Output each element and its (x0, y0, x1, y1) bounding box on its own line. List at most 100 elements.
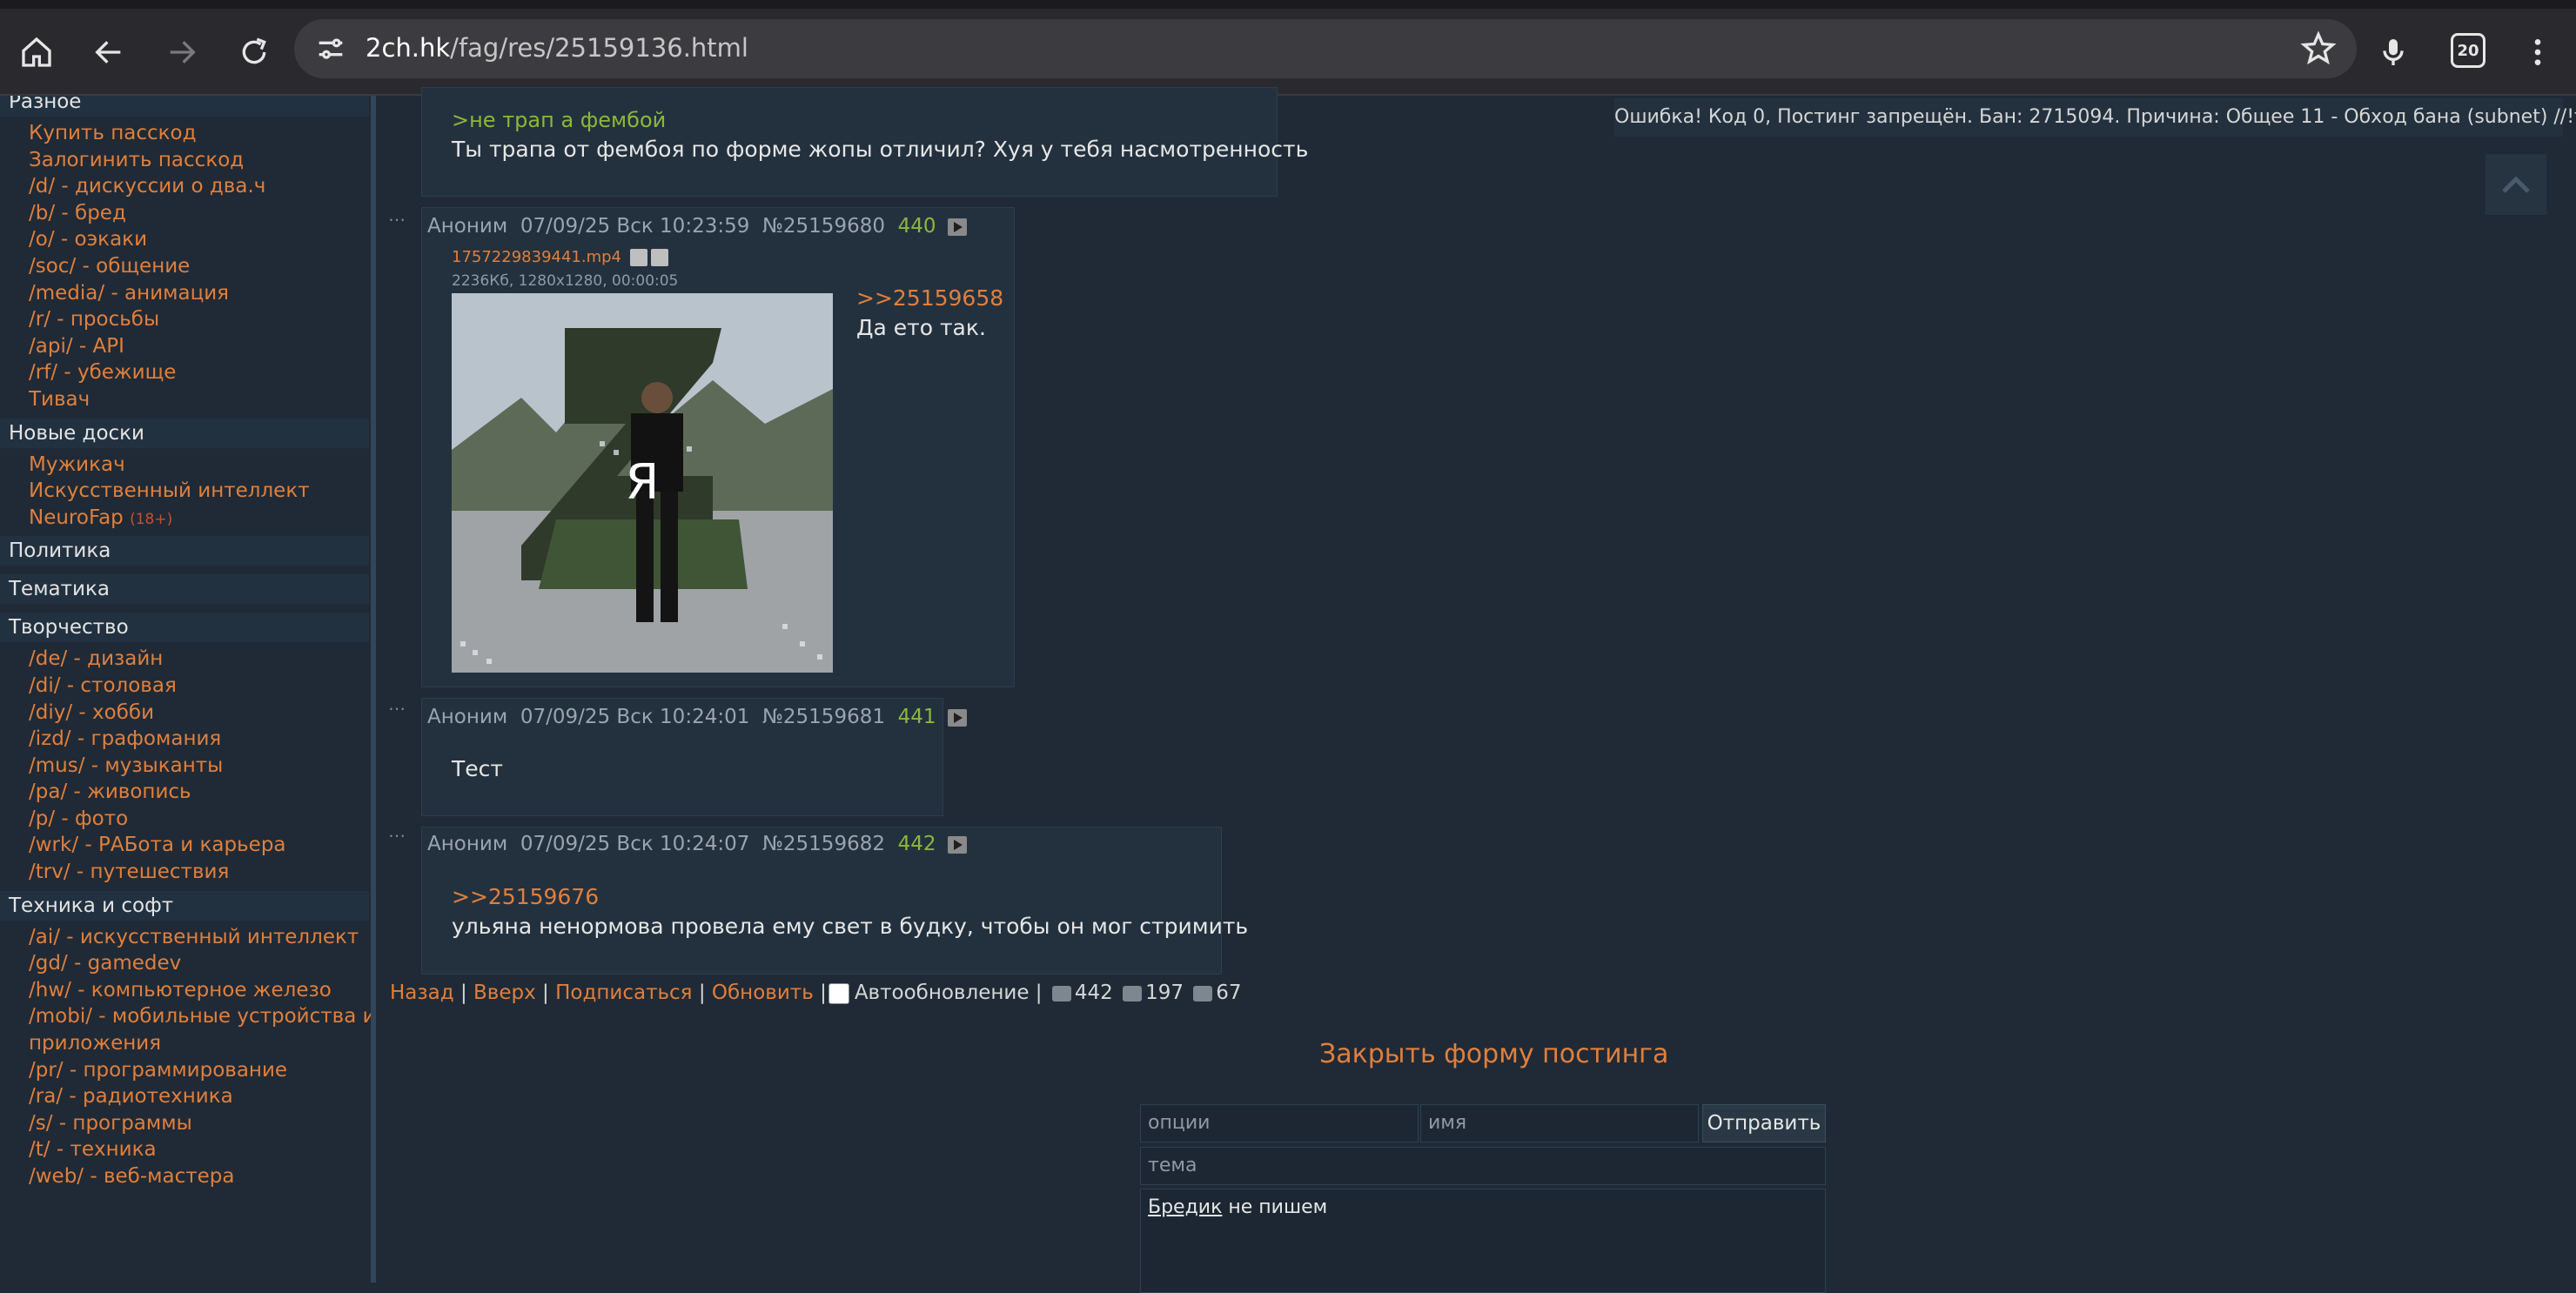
reply-link[interactable]: >>25159676 (452, 884, 599, 909)
post-number[interactable]: №25159680 (762, 215, 885, 238)
sidebar-item[interactable]: /wrk/ - РАБота и карьера (29, 832, 376, 859)
thumbnail-letter: Я (626, 454, 660, 511)
sidebar-item[interactable]: /mus/ - музыканты (29, 753, 376, 780)
post-author: Аноним (427, 215, 508, 238)
sidebar-item[interactable]: /soc/ - общение (29, 253, 376, 280)
post-message: Да ето так. (856, 315, 986, 340)
sidebar-item[interactable]: приложения (29, 1030, 376, 1057)
play-icon[interactable] (947, 708, 967, 727)
sidebar-item[interactable]: /di/ - столовая (29, 673, 376, 700)
subject-field[interactable]: тема (1140, 1147, 1826, 1185)
video-thumbnail[interactable]: Я (452, 293, 833, 673)
autoupdate-checkbox[interactable] (828, 982, 849, 1004)
sidebar-item[interactable]: /b/ - бред (29, 200, 376, 227)
sidebar-section-title[interactable]: Разное (0, 96, 369, 117)
sidebar-item[interactable]: /d/ - дискуссии о два.ч (29, 173, 376, 200)
adult-tag: (18+) (130, 510, 173, 528)
post-header: Аноним 07/09/25 Вск 10:24:07 №25159682 4… (427, 833, 967, 855)
post-message: ульяна ненормова провела ему свет в будк… (452, 914, 1249, 939)
file-meta: 2236Кб, 1280x1280, 00:00:05 (452, 272, 679, 290)
post-number[interactable]: №25159681 (762, 706, 885, 728)
sidebar-item[interactable]: /mobi/ - мобильные устройства и (29, 1003, 376, 1030)
post-menu-dots[interactable]: ⋯ (388, 698, 406, 719)
sidebar-item[interactable]: /izd/ - графомания (29, 726, 376, 753)
sidebar-item[interactable]: Искусственный интеллект (29, 478, 376, 505)
sidebar-item[interactable]: /ra/ - радиотехника (29, 1083, 376, 1110)
sidebar-section-title[interactable]: Техника и софт (0, 890, 369, 921)
post-date: 07/09/25 Вск 10:23:59 (520, 215, 750, 238)
sidebar-item[interactable]: /s/ - программы (29, 1110, 376, 1137)
sidebar-scrollbar[interactable] (371, 96, 376, 1283)
sidebar-item[interactable]: /p/ - фото (29, 806, 376, 833)
home-icon[interactable] (16, 31, 57, 73)
post-count: 441 (897, 706, 936, 728)
sidebar-section-title[interactable]: Политика (0, 536, 369, 566)
sidebar-item[interactable]: Тивач (29, 386, 376, 413)
sidebar-item[interactable]: /r/ - просьбы (29, 306, 376, 333)
sidebar-item[interactable]: /media/ - анимация (29, 280, 376, 307)
autoupdate-label: Автообновление (854, 981, 1030, 1004)
message-textarea[interactable]: Бредик не пишем (1140, 1189, 1826, 1293)
url-text[interactable]: 2ch.hk/fag/res/25159136.html (366, 33, 748, 63)
sidebar-item[interactable]: /pa/ - живопись (29, 779, 376, 806)
sidebar-item[interactable]: Купить пасскод (29, 120, 376, 147)
sidebar-item[interactable]: /o/ - оэкаки (29, 226, 376, 253)
sidebar-item[interactable]: Залогинить пасскод (29, 147, 376, 174)
sidebar-section-title[interactable]: Новые доски (0, 418, 369, 448)
download-icon[interactable] (650, 249, 668, 266)
play-icon[interactable] (947, 218, 967, 236)
post-message: Ты трапа от фембоя по форме жопы отличил… (452, 137, 1309, 162)
tab-count-button[interactable]: 20 (2451, 33, 2485, 68)
up-link[interactable]: Вверх (473, 981, 536, 1004)
post-author: Аноним (427, 706, 508, 728)
sidebar-item[interactable]: Мужикач (29, 452, 376, 479)
post-header: Аноним 07/09/25 Вск 10:24:01 №25159681 4… (427, 706, 967, 728)
bookmark-star-icon[interactable] (2299, 30, 2338, 68)
post-number[interactable]: №25159682 (762, 833, 885, 855)
files-count-icon (1123, 985, 1143, 1002)
sidebar-item[interactable]: /ai/ - искусственный интеллект (29, 924, 376, 951)
post-greentext: >не трап а фембой (452, 108, 667, 132)
sidebar-item[interactable]: /api/ - API (29, 333, 376, 360)
boards-sidebar: Разное Купить пасскод Залогинить пасскод… (0, 96, 376, 1283)
posts-count-icon (1051, 985, 1071, 1002)
sidebar-item[interactable]: /gd/ - gamedev (29, 950, 376, 977)
microphone-icon[interactable] (2372, 31, 2414, 73)
sidebar-item[interactable]: /rf/ - убежище (29, 359, 376, 386)
sidebar-item[interactable]: /de/ - дизайн (29, 646, 376, 673)
scroll-up-button[interactable] (2485, 154, 2546, 215)
browser-toolbar: 2ch.hk/fag/res/25159136.html 20 (0, 0, 2576, 96)
back-link[interactable]: Назад (390, 981, 454, 1004)
reply-link[interactable]: >>25159658 (856, 285, 1003, 311)
search-image-icon[interactable] (629, 249, 647, 266)
file-link[interactable]: 1757229839441.mp4 (452, 248, 668, 266)
forward-icon[interactable] (161, 31, 203, 73)
sidebar-item[interactable]: /web/ - веб-мастера (29, 1163, 376, 1190)
sidebar-item[interactable]: /hw/ - компьютерное железо (29, 977, 376, 1004)
post-count: 442 (897, 833, 936, 855)
sidebar-item-neurofap[interactable]: NeuroFap (18+) (29, 505, 376, 532)
address-bar[interactable]: 2ch.hk/fag/res/25159136.html (294, 19, 2357, 78)
sidebar-item[interactable]: /pr/ - программирование (29, 1057, 376, 1084)
sidebar-item[interactable]: /trv/ - путешествия (29, 859, 376, 886)
post-menu-dots[interactable]: ⋯ (388, 209, 406, 230)
sidebar-item-label: NeuroFap (29, 506, 124, 529)
options-field[interactable]: опции (1140, 1104, 1419, 1142)
menu-kebab-icon[interactable] (2517, 31, 2559, 73)
sidebar-section-title[interactable]: Творчество (0, 613, 369, 643)
subscribe-link[interactable]: Подписаться (555, 981, 692, 1004)
close-posting-form-link[interactable]: Закрыть форму постинга (1319, 1039, 1668, 1069)
name-field[interactable]: имя (1420, 1104, 1699, 1142)
posts-count: 442 (1074, 981, 1113, 1004)
sidebar-item[interactable]: /t/ - техника (29, 1136, 376, 1163)
refresh-link[interactable]: Обновить (712, 981, 814, 1004)
site-settings-icon[interactable] (313, 31, 348, 66)
post-menu-dots[interactable]: ⋯ (388, 825, 406, 846)
sidebar-item[interactable]: /diy/ - хобби (29, 700, 376, 727)
send-button[interactable]: Отправить (1702, 1104, 1826, 1142)
play-icon[interactable] (947, 835, 967, 854)
post-author: Аноним (427, 833, 508, 855)
reload-icon[interactable] (233, 31, 275, 73)
sidebar-section-title[interactable]: Тематика (0, 574, 369, 605)
back-icon[interactable] (88, 31, 130, 73)
